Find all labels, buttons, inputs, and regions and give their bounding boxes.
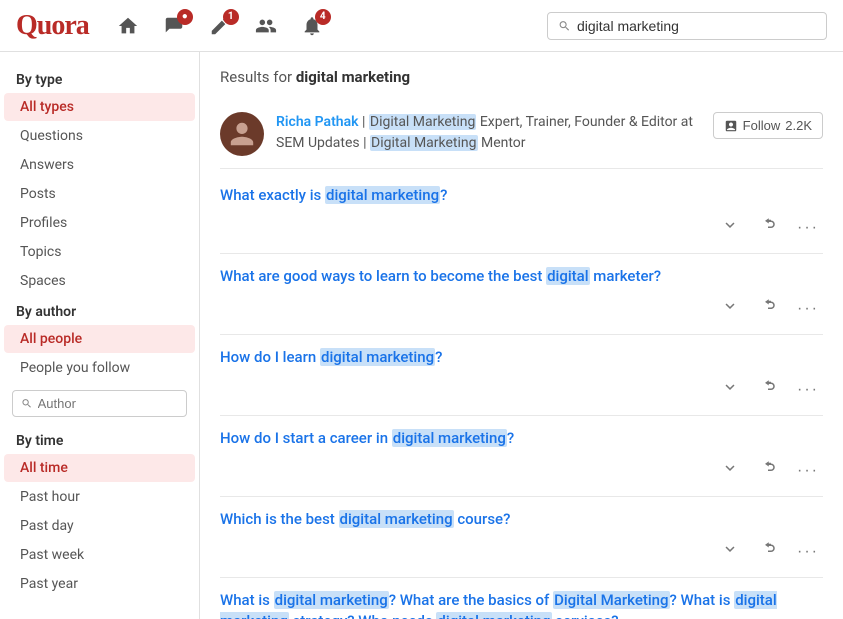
result-item-5: Which is the best digital marketing cour… <box>220 497 823 578</box>
notifications-nav-icon[interactable]: 4 <box>301 15 323 37</box>
downvote-icon-3 <box>721 378 739 396</box>
by-author-title: By author <box>0 296 199 324</box>
avatar-icon <box>228 120 256 148</box>
result-actions-4: ··· <box>220 457 823 484</box>
follow-button[interactable]: Follow 2.2K <box>713 112 823 139</box>
upvote-icon-2 <box>759 297 777 315</box>
search-icon <box>558 19 571 33</box>
home-nav-icon[interactable] <box>117 15 139 37</box>
upvote-icon-3 <box>759 378 777 396</box>
sidebar-item-people-you-follow[interactable]: People you follow <box>4 354 195 382</box>
more-button-4[interactable]: ··· <box>793 460 823 482</box>
profile-separator: | <box>362 114 369 130</box>
sidebar-item-posts[interactable]: Posts <box>4 180 195 208</box>
result-item-2: What are good ways to learn to become th… <box>220 254 823 335</box>
nav-icons: ● 1 4 <box>117 15 527 37</box>
downvote-button-1[interactable] <box>717 214 743 241</box>
by-time-title: By time <box>0 425 199 453</box>
notifications-badge: 4 <box>315 9 331 25</box>
upvote-button-1[interactable] <box>755 214 781 241</box>
profile-info: Richa Pathak | Digital Marketing Expert,… <box>276 112 701 154</box>
downvote-button-3[interactable] <box>717 376 743 403</box>
sidebar-item-questions[interactable]: Questions <box>4 122 195 150</box>
result-actions-3: ··· <box>220 376 823 403</box>
author-search-icon <box>21 397 33 410</box>
upvote-button-4[interactable] <box>755 457 781 484</box>
question-1[interactable]: What exactly is digital marketing? <box>220 185 823 206</box>
more-button-5[interactable]: ··· <box>793 541 823 563</box>
sidebar: By type All types Questions Answers Post… <box>0 52 200 619</box>
question-5[interactable]: Which is the best digital marketing cour… <box>220 509 823 530</box>
upvote-icon-4 <box>759 459 777 477</box>
sidebar-item-topics[interactable]: Topics <box>4 238 195 266</box>
upvote-icon-5 <box>759 540 777 558</box>
result-actions-2: ··· <box>220 295 823 322</box>
avatar <box>220 112 264 156</box>
author-search-box[interactable] <box>12 390 187 417</box>
question-6[interactable]: What is digital marketing? What are the … <box>220 590 823 619</box>
profile-card: Richa Pathak | Digital Marketing Expert,… <box>220 100 823 169</box>
sidebar-item-spaces[interactable]: Spaces <box>4 267 195 295</box>
profile-name[interactable]: Richa Pathak <box>276 114 359 130</box>
search-input[interactable] <box>577 18 816 34</box>
result-actions-1: ··· <box>220 214 823 241</box>
results-query: digital marketing <box>296 68 410 86</box>
more-button-1[interactable]: ··· <box>793 217 823 239</box>
home-icon <box>117 15 139 37</box>
sidebar-item-all-people[interactable]: All people <box>4 325 195 353</box>
author-search-input[interactable] <box>38 396 178 411</box>
sidebar-item-past-day[interactable]: Past day <box>4 512 195 540</box>
results-header: Results for digital marketing <box>220 68 823 86</box>
sidebar-item-past-week[interactable]: Past week <box>4 541 195 569</box>
content-area: Results for digital marketing Richa Path… <box>200 52 843 619</box>
create-nav-icon[interactable]: 1 <box>209 15 231 37</box>
downvote-button-5[interactable] <box>717 538 743 565</box>
answers-nav-icon[interactable]: ● <box>163 15 185 37</box>
downvote-icon-2 <box>721 297 739 315</box>
upvote-icon-1 <box>759 216 777 234</box>
more-button-3[interactable]: ··· <box>793 379 823 401</box>
sidebar-item-all-time[interactable]: All time <box>4 454 195 482</box>
upvote-button-5[interactable] <box>755 538 781 565</box>
more-button-2[interactable]: ··· <box>793 298 823 320</box>
create-badge: 1 <box>223 9 239 25</box>
question-2[interactable]: What are good ways to learn to become th… <box>220 266 823 287</box>
question-3[interactable]: How do I learn digital marketing? <box>220 347 823 368</box>
downvote-button-4[interactable] <box>717 457 743 484</box>
main-layout: By type All types Questions Answers Post… <box>0 52 843 619</box>
spaces-nav-icon[interactable] <box>255 15 277 37</box>
header: Quora ● 1 <box>0 0 843 52</box>
result-item-3: How do I learn digital marketing? ··· <box>220 335 823 416</box>
result-item-4: How do I start a career in digital marke… <box>220 416 823 497</box>
sidebar-item-all-types[interactable]: All types <box>4 93 195 121</box>
answers-badge: ● <box>177 9 193 25</box>
downvote-icon-1 <box>721 216 739 234</box>
results-prefix: Results for <box>220 68 296 86</box>
sidebar-item-past-year[interactable]: Past year <box>4 570 195 598</box>
upvote-button-2[interactable] <box>755 295 781 322</box>
result-item-1: What exactly is digital marketing? ··· <box>220 173 823 254</box>
follow-count: 2.2K <box>785 118 812 133</box>
follow-label: Follow <box>743 118 781 133</box>
search-bar[interactable] <box>547 12 827 40</box>
downvote-button-2[interactable] <box>717 295 743 322</box>
sidebar-item-answers[interactable]: Answers <box>4 151 195 179</box>
by-type-title: By type <box>0 64 199 92</box>
sidebar-item-profiles[interactable]: Profiles <box>4 209 195 237</box>
upvote-button-3[interactable] <box>755 376 781 403</box>
result-actions-5: ··· <box>220 538 823 565</box>
question-4[interactable]: How do I start a career in digital marke… <box>220 428 823 449</box>
follow-icon <box>724 119 738 133</box>
people-icon <box>255 15 277 37</box>
downvote-icon-4 <box>721 459 739 477</box>
sidebar-item-past-hour[interactable]: Past hour <box>4 483 195 511</box>
result-item-6: What is digital marketing? What are the … <box>220 578 823 619</box>
downvote-icon-5 <box>721 540 739 558</box>
quora-logo[interactable]: Quora <box>16 10 89 42</box>
